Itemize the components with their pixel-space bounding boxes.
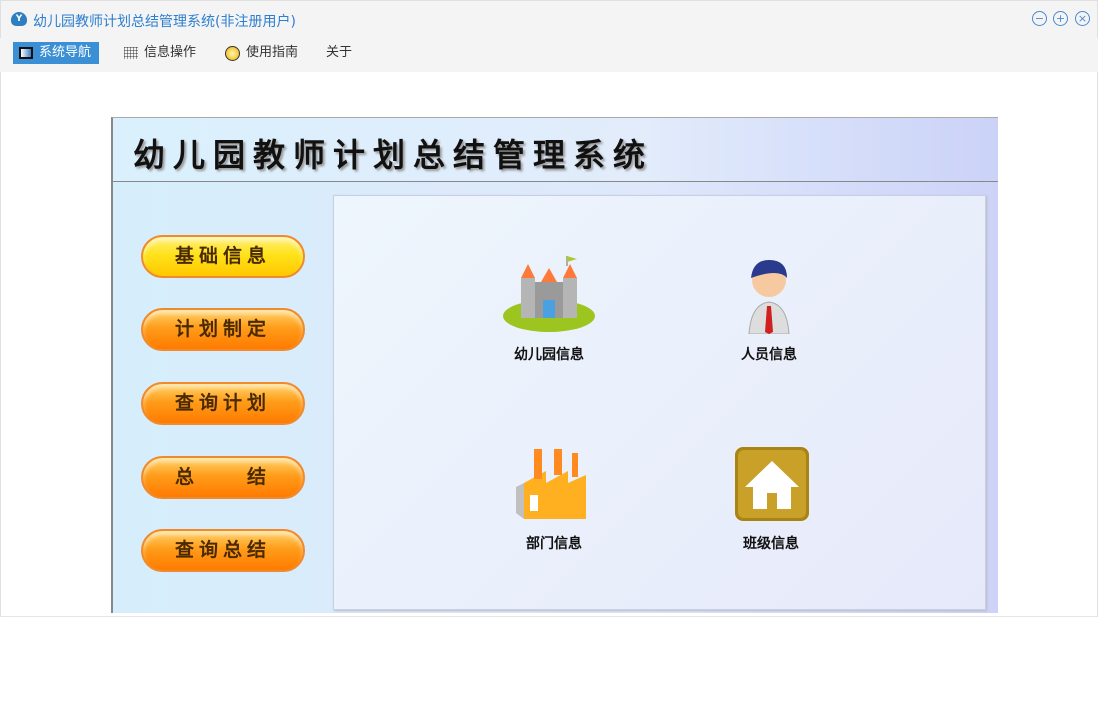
window-title: 幼儿园教师计划总结管理系统(非注册用户)	[33, 14, 296, 30]
help-icon	[225, 45, 240, 61]
menu-system-nav[interactable]: 系统导航	[13, 42, 100, 64]
minimize-icon[interactable]: −	[1032, 11, 1047, 26]
main-panel: 幼儿园教师计划总结管理系统 基础信息 计划制定 查询计划 总 结 查询总结 幼儿…	[111, 117, 998, 613]
castle-icon	[503, 256, 595, 332]
tile-label: 部门信息	[526, 536, 582, 552]
menu-bar: 系统导航 信息操作 使用指南 关于	[0, 38, 1098, 72]
menu-label: 关于	[326, 45, 353, 60]
summary-button[interactable]: 总 结	[141, 456, 305, 499]
basic-info-button[interactable]: 基础信息	[141, 235, 305, 278]
tile-label: 班级信息	[743, 536, 799, 552]
kindergarten-info-tile[interactable]: 幼儿园信息	[484, 254, 614, 364]
plan-create-button[interactable]: 计划制定	[141, 308, 305, 351]
menu-label: 使用指南	[246, 45, 299, 60]
query-summary-button[interactable]: 查询总结	[141, 529, 305, 572]
menu-about[interactable]: 关于	[320, 42, 360, 64]
maximize-icon[interactable]: +	[1053, 11, 1068, 26]
tile-label: 人员信息	[741, 347, 797, 363]
house-icon	[735, 447, 809, 521]
menu-label: 信息操作	[144, 45, 197, 60]
factory-icon	[516, 449, 586, 519]
class-info-tile[interactable]: 班级信息	[706, 443, 836, 553]
grid-icon	[124, 47, 138, 59]
monitor-icon	[19, 47, 33, 59]
menu-guide[interactable]: 使用指南	[219, 42, 306, 64]
app-icon: Y	[11, 12, 27, 26]
menu-label: 系统导航	[39, 45, 92, 60]
header: 幼儿园教师计划总结管理系统	[113, 118, 998, 182]
person-icon	[748, 260, 790, 335]
tile-label: 幼儿园信息	[514, 347, 584, 363]
query-plan-button[interactable]: 查询计划	[141, 382, 305, 425]
close-icon[interactable]: ×	[1075, 11, 1090, 26]
department-info-tile[interactable]: 部门信息	[489, 443, 619, 553]
page-title: 幼儿园教师计划总结管理系统	[133, 136, 654, 174]
staff-info-tile[interactable]: 人员信息	[704, 254, 834, 364]
content-area: 幼儿园信息 人员信息 部门信息 班级信息	[333, 195, 986, 610]
menu-info-ops[interactable]: 信息操作	[118, 42, 204, 64]
title-bar: Y 幼儿园教师计划总结管理系统(非注册用户) − + ×	[0, 0, 1098, 38]
